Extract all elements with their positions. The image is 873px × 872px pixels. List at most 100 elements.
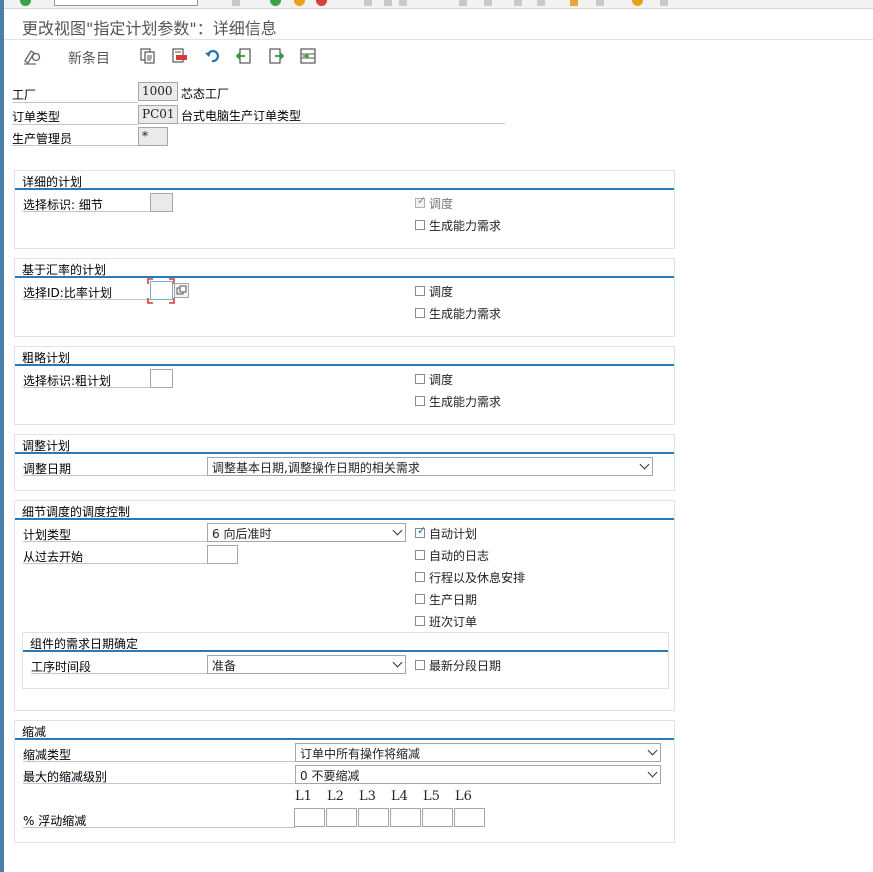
component-req-subgroup: 组件的需求日期确定 工序时间段 准备 最新分段日期 xyxy=(22,632,669,689)
chevron-down-icon xyxy=(647,767,658,778)
op-segment-dropdown[interactable]: 准备 xyxy=(207,655,406,674)
chevron-down-icon xyxy=(392,657,403,668)
check-icon: ✓ xyxy=(417,524,427,537)
prod-date-checkbox[interactable] xyxy=(415,594,425,604)
selection-id-underline xyxy=(23,387,151,388)
value-help-icon[interactable] xyxy=(174,283,189,298)
float-l6-field[interactable] xyxy=(454,808,485,827)
reduction-group: 缩减 缩减类型 订单中所有操作将缩减 最大的缩减级别 0 不要缩减 L1 L2 … xyxy=(14,720,675,843)
plant-underline xyxy=(12,102,138,103)
float-reduction-underline xyxy=(23,827,295,828)
schedule-breaks-checkbox[interactable] xyxy=(415,572,425,582)
prod-date-label: 生产日期 xyxy=(429,593,478,607)
group-title-line xyxy=(15,738,674,740)
capacity-checkbox[interactable] xyxy=(415,220,425,230)
order-type-field[interactable]: PC01 xyxy=(138,105,178,124)
adjust-date-dropdown[interactable]: 调整基本日期,调整操作日期的相关需求 xyxy=(207,457,653,476)
next-entry-icon[interactable] xyxy=(266,47,286,65)
float-l3-field[interactable] xyxy=(358,808,389,827)
capacity-label: 生成能力需求 xyxy=(429,307,502,321)
plan-type-value: 6 向后准时 xyxy=(212,527,272,541)
title-bar: 更改视图"指定计划参数"：详细信息 xyxy=(4,9,873,40)
back-icon[interactable] xyxy=(270,0,281,6)
plant-field[interactable]: 1000 xyxy=(138,82,178,101)
auto-plan-label: 自动计划 xyxy=(429,527,478,541)
auto-log-label: 自动的日志 xyxy=(429,549,490,563)
layout-icon[interactable] xyxy=(660,0,668,6)
select-all-icon[interactable] xyxy=(298,47,318,65)
shift-order-checkbox[interactable] xyxy=(415,616,425,626)
find-next-icon[interactable] xyxy=(399,0,407,6)
scheduling-checkbox[interactable] xyxy=(415,286,425,296)
capacity-checkbox[interactable] xyxy=(415,396,425,406)
group-title-line xyxy=(15,276,674,278)
chevron-down-icon xyxy=(639,459,650,470)
start-past-field[interactable] xyxy=(207,545,238,564)
previous-entry-icon[interactable] xyxy=(234,47,254,65)
print-icon[interactable] xyxy=(364,0,372,6)
new-entries-button[interactable]: 新条目 xyxy=(68,48,110,68)
op-segment-underline xyxy=(31,673,207,674)
find-icon[interactable] xyxy=(384,0,392,6)
level-header-l5: L5 xyxy=(423,789,440,804)
selection-id-underline xyxy=(23,299,151,300)
next-page-icon[interactable] xyxy=(514,0,522,6)
enter-icon[interactable] xyxy=(20,0,31,6)
display-change-icon[interactable] xyxy=(22,47,42,65)
schedule-breaks-label: 行程以及休息安排 xyxy=(429,571,526,585)
adjust-planning-group: 调整计划 调整日期 调整基本日期,调整操作日期的相关需求 xyxy=(14,434,675,491)
system-toolbar xyxy=(4,0,873,9)
exit-icon[interactable] xyxy=(294,0,305,6)
reduction-type-dropdown[interactable]: 订单中所有操作将缩减 xyxy=(295,743,661,762)
float-l2-field[interactable] xyxy=(326,808,357,827)
scheduling-label: 调度 xyxy=(429,373,454,387)
chevron-down-icon xyxy=(647,745,658,756)
selection-id-underline xyxy=(23,211,151,212)
level-header-l3: L3 xyxy=(359,789,376,804)
float-l1-field[interactable] xyxy=(294,808,325,827)
max-level-underline xyxy=(23,783,295,784)
auto-log-checkbox[interactable] xyxy=(415,550,425,560)
delete-icon[interactable] xyxy=(169,47,189,65)
command-field[interactable] xyxy=(54,0,198,6)
cancel-icon[interactable] xyxy=(316,0,327,6)
rate-planning-group: 基于汇率的计划 选择ID:比率计划 调度 生成能力需求 xyxy=(14,258,675,337)
page-title: 更改视图"指定计划参数"：详细信息 xyxy=(22,19,277,38)
last-page-icon[interactable] xyxy=(537,0,545,6)
op-segment-value: 准备 xyxy=(212,659,237,673)
save-icon[interactable] xyxy=(232,0,240,6)
float-l5-field[interactable] xyxy=(422,808,453,827)
selection-id-field[interactable] xyxy=(150,193,173,212)
detailed-planning-group: 详细的计划 选择标识: 细节 ✓ 调度 生成能力需求 xyxy=(14,170,675,249)
order-type-desc-underline xyxy=(178,123,505,124)
undo-icon[interactable] xyxy=(203,47,223,65)
auto-plan-checkbox[interactable]: ✓ xyxy=(415,524,427,538)
start-past-underline xyxy=(23,563,207,564)
selection-id-field[interactable] xyxy=(150,369,173,388)
rough-planning-group: 粗略计划 选择标识:粗计划 调度 生成能力需求 xyxy=(14,346,675,425)
scheduling-checkbox[interactable] xyxy=(415,374,425,384)
plan-type-dropdown[interactable]: 6 向后准时 xyxy=(207,523,406,542)
first-page-icon[interactable] xyxy=(459,0,467,6)
main-content: 工厂 1000 芯态工厂 订单类型 PC01 台式电脑生产订单类型 生产管理员 … xyxy=(4,72,873,872)
copy-icon[interactable] xyxy=(138,47,158,65)
plant-description: 芯态工厂 xyxy=(181,87,230,101)
scheduling-label: 调度 xyxy=(429,197,454,211)
float-l4-field[interactable] xyxy=(390,808,421,827)
prev-page-icon[interactable] xyxy=(484,0,492,6)
max-level-dropdown[interactable]: 0 不要缩减 xyxy=(295,765,661,784)
help-icon[interactable] xyxy=(632,0,643,6)
latest-segment-checkbox[interactable] xyxy=(415,660,425,670)
plan-type-underline xyxy=(23,541,207,542)
prod-manager-field[interactable]: * xyxy=(138,127,168,146)
capacity-checkbox[interactable] xyxy=(415,308,425,318)
scheduling-control-group: 细节调度的调度控制 计划类型 6 向后准时 从过去开始 ✓ 自动计划 自动的日志… xyxy=(14,500,675,711)
shortcut-icon[interactable] xyxy=(596,0,604,6)
group-title-line xyxy=(15,188,674,190)
scheduling-checkbox[interactable]: ✓ xyxy=(415,195,426,208)
level-header-l2: L2 xyxy=(327,789,344,804)
create-session-icon[interactable] xyxy=(570,0,578,6)
max-level-value: 0 不要缩减 xyxy=(300,769,360,783)
focus-brackets xyxy=(147,278,175,304)
shift-order-label: 班次订单 xyxy=(429,615,478,629)
